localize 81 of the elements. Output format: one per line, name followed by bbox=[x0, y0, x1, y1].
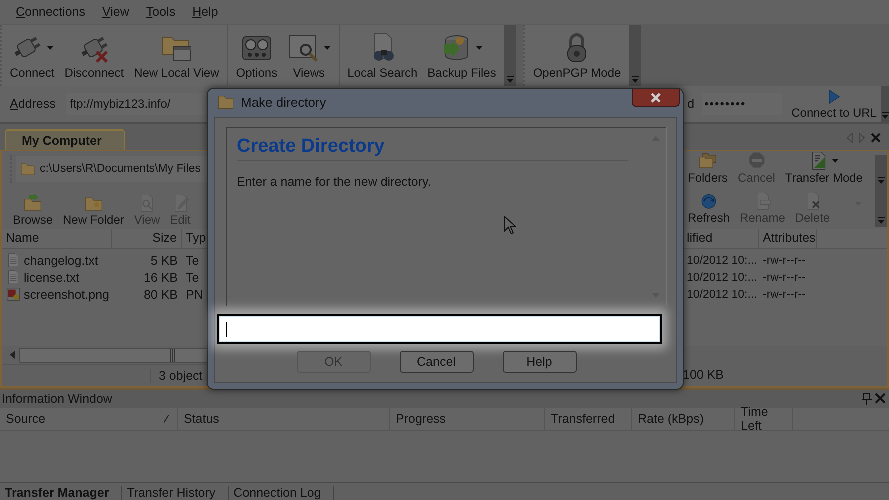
menu-item[interactable]: Tools bbox=[146, 5, 176, 19]
column-header[interactable]: Name bbox=[2, 229, 112, 248]
toolbar-button[interactable]: Disconnect bbox=[62, 25, 126, 86]
toolbar-button[interactable]: Options bbox=[234, 25, 280, 86]
toolbar-button[interactable]: Transfer Mode bbox=[782, 151, 866, 187]
dialog-heading: Create Directory bbox=[237, 136, 628, 161]
column-header[interactable]: Source bbox=[6, 412, 46, 426]
prompt-text: Enter a name for the new directory. bbox=[237, 175, 432, 189]
column-header[interactable]: Rate (kBps) bbox=[638, 412, 704, 426]
toolbar-button[interactable]: New Folder bbox=[60, 193, 128, 229]
menu-item[interactable]: Help bbox=[192, 5, 218, 19]
column-header[interactable]: Transferred bbox=[551, 412, 616, 426]
status-text: 3 object bbox=[150, 368, 203, 382]
overflow-icon bbox=[878, 177, 884, 184]
address-label: Address bbox=[9, 97, 57, 111]
input-field[interactable] bbox=[217, 314, 662, 344]
table-cell: changelog.txt bbox=[2, 253, 112, 268]
path-text: c:\Users\R\Documents\My Files bbox=[40, 163, 202, 175]
column-header[interactable]: Attributes bbox=[759, 229, 817, 248]
table-cell-text: -rw-r--r-- bbox=[762, 254, 807, 266]
toolbar-button[interactable]: Views bbox=[286, 25, 333, 86]
table-cell-text: Te bbox=[185, 270, 200, 284]
table-cell: license.txt bbox=[2, 270, 112, 285]
close-icon bbox=[650, 92, 662, 102]
status-text: 100 KB bbox=[683, 368, 724, 382]
toolbar-button[interactable]: Refresh bbox=[685, 191, 734, 227]
folder-icon bbox=[217, 93, 235, 111]
scroll-left-icon[interactable] bbox=[10, 351, 15, 359]
arrow-right-icon[interactable] bbox=[859, 133, 865, 143]
toolbar-button[interactable]: Browse bbox=[10, 193, 56, 229]
table-cell-text: PN bbox=[185, 288, 204, 302]
folder-arrow-icon bbox=[23, 193, 43, 213]
column-header[interactable]: Status bbox=[184, 412, 220, 426]
tab[interactable]: Transfer Manager bbox=[0, 486, 122, 500]
panel-title: Information Window bbox=[2, 392, 112, 406]
folders-icon bbox=[698, 151, 718, 171]
tab[interactable]: Transfer History bbox=[122, 486, 229, 500]
close-icon[interactable] bbox=[875, 393, 886, 404]
text-file-icon bbox=[6, 253, 21, 268]
tab[interactable]: My Computer bbox=[5, 129, 125, 150]
close-icon[interactable] bbox=[871, 133, 881, 143]
sort-mark-icon bbox=[164, 415, 169, 423]
overflow-icon bbox=[882, 112, 888, 119]
toolbar-button[interactable]: Folders bbox=[685, 151, 732, 187]
path-field[interactable]: c:\Users\R\Documents\My Files bbox=[16, 156, 208, 182]
overflow-icon bbox=[878, 217, 884, 224]
table-cell: screenshot.png bbox=[2, 287, 112, 302]
password-label: d bbox=[688, 97, 696, 111]
toolbar-button[interactable]: Local Search bbox=[346, 25, 420, 86]
dialog-button[interactable]: Help bbox=[502, 351, 576, 373]
table-cell-text: 5 KB bbox=[150, 254, 179, 268]
close-button[interactable] bbox=[632, 89, 680, 107]
column-header[interactable]: Size bbox=[112, 229, 182, 248]
menu-item[interactable]: View bbox=[102, 5, 130, 19]
connect-button[interactable]: Connect to URL bbox=[788, 88, 881, 120]
table-cell-text: 10/2012 10:... bbox=[686, 254, 758, 266]
folder-icon bbox=[20, 161, 36, 177]
pin-icon[interactable] bbox=[861, 393, 873, 405]
table-cell-text: 10/2012 10:... bbox=[686, 288, 758, 300]
mouse-cursor-icon bbox=[504, 216, 516, 235]
overflow-icon bbox=[506, 76, 514, 83]
dialog-button[interactable]: Cancel bbox=[400, 351, 474, 373]
table-cell-text: Te bbox=[185, 254, 200, 268]
tab[interactable]: Connection Log bbox=[228, 486, 334, 500]
column-header[interactable]: Time Left bbox=[741, 405, 792, 433]
dialog-title: Make directory bbox=[241, 94, 326, 110]
text-file-icon bbox=[6, 270, 21, 285]
table-cell-text: 10/2012 10:... bbox=[686, 272, 758, 284]
table-cell-text: 16 KB bbox=[142, 270, 179, 284]
table-cell-text: 80 KB bbox=[142, 288, 179, 302]
arrow-left-icon[interactable] bbox=[847, 133, 853, 143]
image-file-icon bbox=[6, 287, 21, 302]
toolbar-button[interactable]: Connect bbox=[8, 25, 57, 86]
table-cell-text: -rw-r--r-- bbox=[762, 288, 807, 300]
toolbar-button[interactable]: New Local View bbox=[132, 25, 222, 86]
scrollbar-thumb[interactable] bbox=[19, 348, 208, 362]
toolbar-button[interactable]: Backup Files bbox=[426, 25, 498, 86]
column-header[interactable]: Progress bbox=[396, 412, 446, 426]
overflow-icon bbox=[632, 76, 639, 83]
menu-item[interactable]: Connections bbox=[16, 5, 86, 19]
table-cell-text: -rw-r--r-- bbox=[762, 272, 807, 284]
